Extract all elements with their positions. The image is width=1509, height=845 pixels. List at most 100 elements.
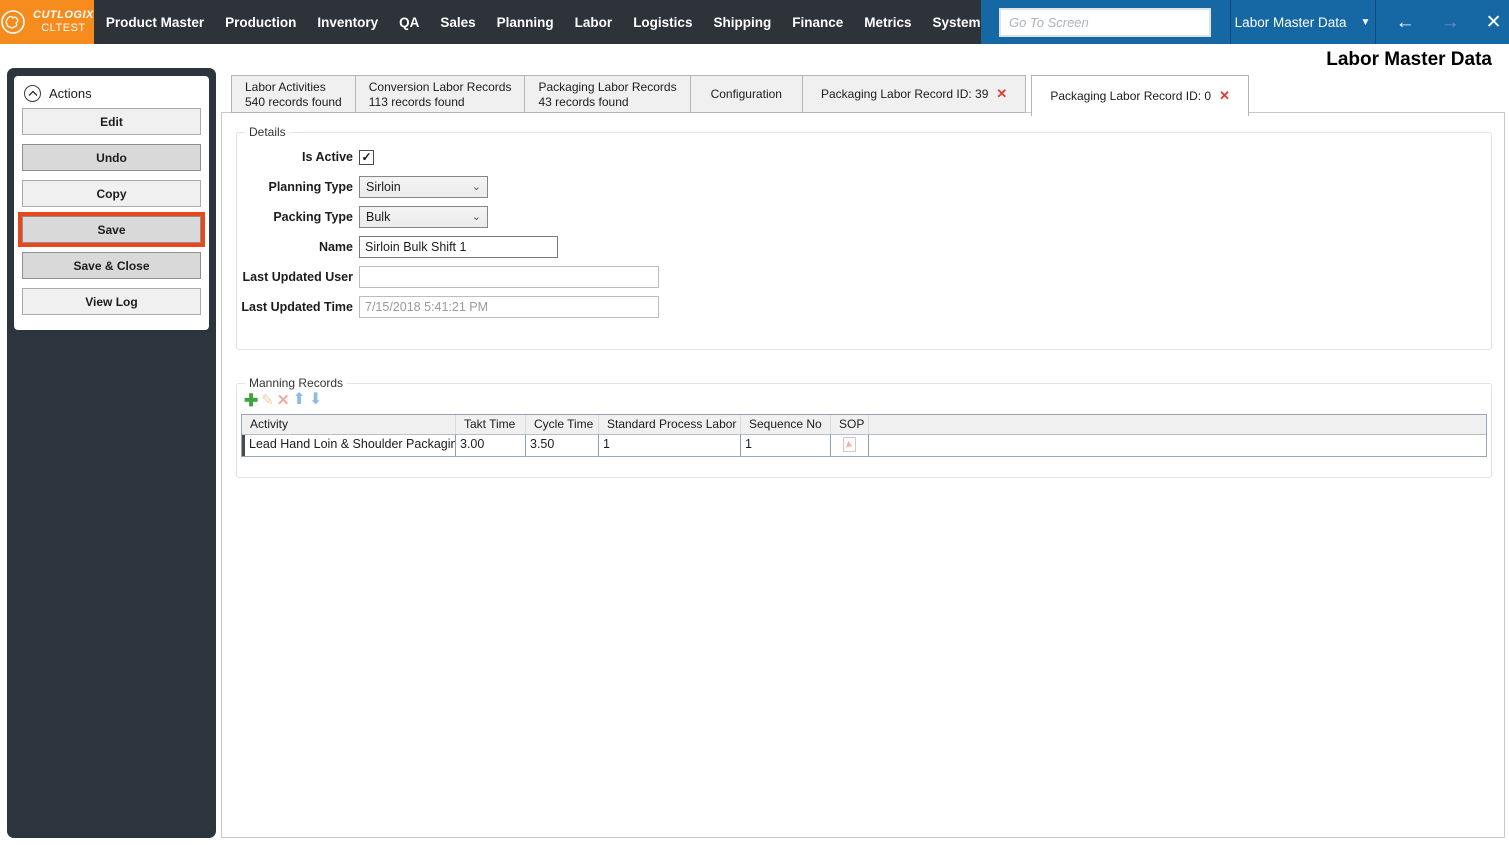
edit-row-icon[interactable]: ✎: [261, 393, 274, 408]
dropdown-caret-icon: ▼: [1360, 16, 1371, 28]
tab-packaging-labor-records[interactable]: Packaging Labor Records 43 records found: [525, 75, 691, 113]
edit-button[interactable]: Edit: [22, 108, 201, 135]
cell-sequence-no[interactable]: 1: [741, 435, 831, 456]
planning-type-select[interactable]: Sirloin ⌄: [359, 176, 488, 198]
save-and-close-button[interactable]: Save & Close: [22, 252, 201, 279]
screen-selector-value: Labor Master Data: [1234, 14, 1347, 30]
collapse-panel-icon[interactable]: [24, 85, 41, 102]
go-to-screen-input[interactable]: [999, 7, 1212, 37]
move-down-icon[interactable]: ⬇: [309, 392, 322, 408]
menu-qa[interactable]: QA: [399, 15, 419, 30]
cell-standard-process-labor[interactable]: 1: [599, 435, 741, 456]
delete-row-icon[interactable]: ✕: [277, 393, 290, 408]
menu-sales[interactable]: Sales: [440, 15, 475, 30]
menu-planning[interactable]: Planning: [497, 15, 554, 30]
column-header-cycle-time[interactable]: Cycle Time: [526, 415, 599, 434]
tab-label: Conversion Labor Records: [368, 80, 512, 94]
pdf-document-icon[interactable]: [843, 436, 856, 455]
details-legend: Details: [245, 125, 290, 139]
menu-logistics[interactable]: Logistics: [633, 15, 692, 30]
manning-toolbar: ✚ ✎ ✕ ⬆ ⬇: [237, 384, 1491, 410]
cell-activity[interactable]: Lead Hand Loin & Shoulder Packaging: [245, 435, 456, 456]
last-updated-user-label: Last Updated User: [242, 270, 353, 284]
actions-panel: Actions Edit Undo Copy Save Save & Close…: [14, 76, 209, 330]
top-navbar: CUTLOGIX CLTEST Product Master Productio…: [0, 0, 1509, 44]
last-updated-user-field[interactable]: [359, 266, 659, 288]
cell-cycle-time[interactable]: 3.50: [526, 435, 599, 456]
manning-records-legend: Manning Records: [245, 376, 348, 390]
packing-type-label: Packing Type: [273, 210, 353, 224]
chevron-down-icon: ⌄: [471, 210, 481, 223]
back-arrow-icon[interactable]: ←: [1396, 13, 1415, 32]
is-active-checkbox[interactable]: ✓: [359, 149, 374, 165]
actions-sidebar: Actions Edit Undo Copy Save Save & Close…: [7, 68, 216, 838]
main-menu: Product Master Production Inventory QA S…: [94, 0, 981, 44]
checkmark-icon: ✓: [361, 150, 372, 164]
tab-label: Packaging Labor Records: [538, 80, 677, 94]
manning-records-table: Activity Takt Time Cycle Time Standard P…: [241, 414, 1487, 457]
menu-metrics[interactable]: Metrics: [864, 15, 911, 30]
last-updated-time-field: [359, 296, 659, 318]
app-logo: CUTLOGIX CLTEST: [0, 0, 94, 44]
table-header-row: Activity Takt Time Cycle Time Standard P…: [242, 415, 1486, 435]
column-header-sop[interactable]: SOP: [831, 415, 869, 434]
move-up-icon[interactable]: ⬆: [292, 392, 305, 408]
chevron-down-icon: ⌄: [471, 180, 481, 193]
copy-button[interactable]: Copy: [22, 180, 201, 207]
page-title: Labor Master Data: [1326, 49, 1492, 70]
tab-conversion-labor-records[interactable]: Conversion Labor Records 113 records fou…: [355, 75, 526, 113]
tab-record-count: 43 records found: [538, 95, 629, 109]
tab-record-count: 540 records found: [245, 95, 342, 109]
tab-record-count: 113 records found: [368, 95, 465, 109]
column-header-filler: [869, 415, 1486, 434]
column-header-activity[interactable]: Activity: [242, 415, 456, 434]
last-updated-time-label: Last Updated Time: [241, 300, 353, 314]
tab-strip: Labor Activities 540 records found Conve…: [231, 75, 1249, 116]
actions-panel-title: Actions: [49, 86, 92, 101]
tab-label: Packaging Labor Record ID: 39: [820, 87, 989, 101]
content-panel: Details Is Active ✓ Planning Type Sirloi…: [221, 112, 1505, 838]
planning-type-label: Planning Type: [268, 180, 354, 194]
screen-selector-dropdown[interactable]: Labor Master Data ▼: [1229, 0, 1375, 44]
column-header-standard-process-labor[interactable]: Standard Process Labor: [599, 415, 741, 434]
add-row-icon[interactable]: ✚: [244, 392, 258, 409]
brand-env: CLTEST: [41, 22, 86, 34]
packing-type-value: Bulk: [366, 210, 391, 224]
cell-sop: [831, 435, 869, 456]
menu-inventory[interactable]: Inventory: [317, 15, 378, 30]
manning-records-groupbox: Manning Records ✚ ✎ ✕ ⬆ ⬇ Activity Takt …: [236, 376, 1492, 478]
menu-system[interactable]: System: [933, 15, 981, 30]
menu-finance[interactable]: Finance: [792, 15, 843, 30]
packing-type-select[interactable]: Bulk ⌄: [359, 206, 488, 228]
save-button[interactable]: Save: [22, 216, 201, 243]
tab-labor-activities[interactable]: Labor Activities 540 records found: [231, 75, 356, 113]
column-header-takt-time[interactable]: Takt Time: [456, 415, 526, 434]
details-groupbox: Details Is Active ✓ Planning Type Sirloi…: [236, 125, 1492, 350]
forward-arrow-icon[interactable]: →: [1441, 13, 1460, 32]
view-log-button[interactable]: View Log: [22, 288, 201, 315]
close-tab-icon[interactable]: ✕: [996, 86, 1007, 102]
menu-product-master[interactable]: Product Master: [106, 15, 204, 30]
tab-packaging-labor-record-0[interactable]: Packaging Labor Record ID: 0 ✕: [1031, 75, 1249, 116]
tab-packaging-labor-record-39[interactable]: Packaging Labor Record ID: 39 ✕: [802, 75, 1027, 113]
close-screen-icon[interactable]: ✕: [1486, 13, 1502, 32]
undo-button[interactable]: Undo: [22, 144, 201, 171]
navbar-blue-section: Labor Master Data ▼ ← → ✕ ☆: [980, 0, 1509, 44]
menu-shipping[interactable]: Shipping: [713, 15, 771, 30]
cell-takt-time[interactable]: 3.00: [456, 435, 526, 456]
column-header-sequence-no[interactable]: Sequence No: [741, 415, 831, 434]
menu-production[interactable]: Production: [225, 15, 296, 30]
tab-label: Configuration: [710, 87, 782, 101]
tab-configuration[interactable]: Configuration: [690, 75, 803, 113]
tab-label: Labor Activities: [245, 80, 326, 94]
brand-name: CUTLOGIX: [33, 9, 94, 21]
brain-logo-icon: [0, 9, 26, 35]
name-field[interactable]: [359, 236, 558, 258]
tab-label: Packaging Labor Record ID: 0: [1050, 89, 1212, 103]
close-tab-icon[interactable]: ✕: [1219, 88, 1230, 104]
cell-filler: [869, 435, 1486, 456]
name-label: Name: [318, 240, 353, 254]
menu-labor[interactable]: Labor: [575, 15, 613, 30]
planning-type-value: Sirloin: [366, 180, 401, 194]
table-row[interactable]: Lead Hand Loin & Shoulder Packaging 3.00…: [242, 435, 1486, 456]
